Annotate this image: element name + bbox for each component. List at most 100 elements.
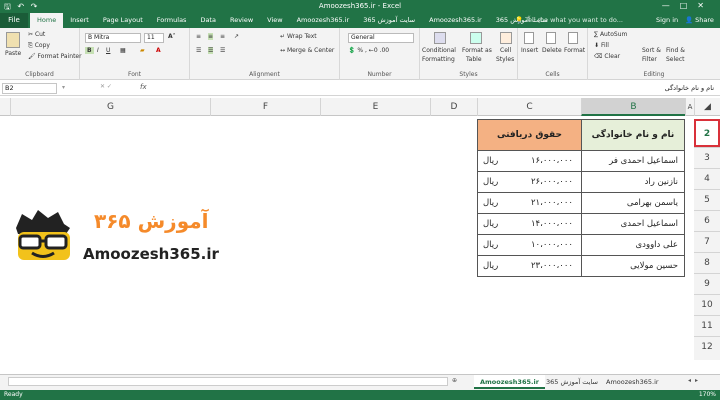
tab-data[interactable]: Data [193,13,223,28]
cell-name-4[interactable]: اسماعیل احمدی [581,214,685,235]
column-header-d[interactable]: D [430,98,477,116]
column-header-c[interactable]: C [477,98,581,116]
paste-button[interactable]: Paste [5,50,21,57]
sheet-tab-3[interactable]: Amoozesh365.ir [600,375,665,389]
format-painter-button[interactable]: 🖌 Format Painter [28,53,82,60]
cut-button[interactable]: ✂ Cut [28,31,45,38]
tell-me-box[interactable]: 💡 Tell me what you want to do... [515,13,623,28]
column-header-e[interactable]: E [320,98,430,116]
conditional-formatting-icon[interactable] [434,32,446,44]
cell-salary-2[interactable]: ریال ۲۶،۰۰۰،۰۰۰ [477,172,582,193]
horizontal-scrollbar[interactable] [8,377,448,386]
font-color-icon[interactable]: A [156,47,161,54]
find-select-button[interactable]: Find & [666,47,685,54]
row-header-4[interactable]: 4 [694,168,720,189]
format-as-table-icon[interactable] [470,32,482,44]
row-header-9[interactable]: 9 [694,273,720,294]
format-cells-icon[interactable] [568,32,578,44]
tab-formulas[interactable]: Formulas [150,13,194,28]
fill-color-icon[interactable]: ▰ [140,47,145,54]
formula-cancel-confirm-icons[interactable]: ✕ ✓ [100,83,112,90]
format-as-label[interactable]: Format as [462,47,492,54]
tab-review[interactable]: Review [223,13,260,28]
name-box-dropdown-icon[interactable]: ▾ [62,84,65,91]
font-size-select[interactable]: 11 [144,33,164,43]
align-middle-icon[interactable]: ≡ [208,33,214,40]
italic-button[interactable]: I [97,47,99,54]
font-name-select[interactable]: B Mitra [85,33,141,43]
file-tab[interactable]: File [0,13,28,28]
copy-button[interactable]: ⎘ Copy [28,42,50,50]
borders-icon[interactable]: ▦ [120,47,126,54]
insert-cells-icon[interactable] [524,32,534,44]
tab-view[interactable]: View [260,13,289,28]
orientation-icon[interactable]: ↗ [234,33,239,40]
tab-insert[interactable]: Insert [63,13,96,28]
cell-styles-label[interactable]: Styles [496,56,514,63]
format-cells-button[interactable]: Format [564,47,585,54]
sheet-tab-1[interactable]: Amoozesh365.ir [474,375,545,389]
cell-name-6[interactable]: حسین مولایی [581,256,685,277]
align-bottom-icon[interactable]: ≡ [220,33,225,40]
cell-salary-3[interactable]: ریال ۲۱،۰۰۰،۰۰۰ [477,193,582,214]
row-header-8[interactable]: 8 [694,252,720,273]
select-all-corner[interactable]: ◢ [694,98,720,116]
add-sheet-icon[interactable]: ⊕ [452,377,457,384]
align-top-icon[interactable]: ≡ [196,33,201,40]
window-controls[interactable]: —□✕ [662,1,714,10]
cell-name-1[interactable]: اسماعیل احمدی فر [581,151,685,172]
zoom-level[interactable]: 170% [699,390,716,400]
fill-button[interactable]: ⬇ Fill [594,42,609,49]
insert-cells-button[interactable]: Insert [521,47,538,54]
number-format-select[interactable]: General [348,33,414,43]
cell-salary-5[interactable]: ریال ۱۰،۰۰۰،۰۰۰ [477,235,582,256]
tab-custom-3[interactable]: Amoozesh365.ir [422,13,489,28]
row-header-5[interactable]: 5 [694,189,720,210]
column-header-a[interactable]: A [685,98,694,116]
cell-salary-4[interactable]: ریال ۱۴،۰۰۰،۰۰۰ [477,214,582,235]
conditional-label[interactable]: Conditional [422,47,456,54]
table-label[interactable]: Table [466,56,482,63]
tab-page-layout[interactable]: Page Layout [96,13,150,28]
row-header-3[interactable]: 3 [694,147,720,168]
grow-font-icon[interactable]: A˄ [168,33,176,40]
sign-in-link[interactable]: Sign in [656,13,678,28]
wrap-text-button[interactable]: ↵ Wrap Text [280,33,317,40]
cell-name-5[interactable]: علی داوودی [581,235,685,256]
tab-custom-2[interactable]: سایت آموزش 365 [356,13,422,28]
bold-button[interactable]: B [85,47,94,54]
autosum-button[interactable]: ∑ AutoSum [594,31,627,38]
paste-icon[interactable] [6,32,20,48]
cell-salary-1[interactable]: ریال ۱۶،۰۰۰،۰۰۰ [477,151,582,172]
cell-styles-icon[interactable] [500,32,512,44]
row-header-6[interactable]: 6 [694,210,720,231]
cell-label[interactable]: Cell [500,47,511,54]
column-header-f[interactable]: F [210,98,320,116]
merge-center-button[interactable]: ↔ Merge & Center [280,47,334,54]
underline-button[interactable]: U [106,47,110,54]
formula-input[interactable]: نام و نام خانوادگی [160,82,718,94]
tab-home[interactable]: Home [30,13,64,28]
cell-name-2[interactable]: نازنین راد [581,172,685,193]
name-box[interactable]: B2 [2,83,57,94]
insert-function-icon[interactable]: fx [140,83,147,91]
header-cell-salary[interactable]: حقوق دریافتی [477,119,582,151]
accounting-icon[interactable]: 💲 % , ←0 .00 [348,47,389,54]
align-right-icon[interactable]: ☰ [220,47,225,54]
row-header-12[interactable]: 12 [694,336,720,360]
align-center-icon[interactable]: ☰ [208,47,214,54]
sheet-nav-arrows-icon[interactable]: ◂▸ [688,377,702,384]
delete-cells-button[interactable]: Delete [542,47,562,54]
delete-cells-icon[interactable] [546,32,556,44]
row-header-2[interactable]: 2 [694,119,720,147]
align-left-icon[interactable]: ☰ [196,47,201,54]
filter-label[interactable]: Filter [642,56,657,63]
formatting-label[interactable]: Formatting [422,56,455,63]
column-header-b[interactable]: B [581,98,685,116]
share-button[interactable]: 👤 Share [685,13,714,28]
header-cell-name[interactable]: نام و نام خانوادگی [581,119,685,151]
sort-filter-button[interactable]: Sort & [642,47,661,54]
sheet-tab-2[interactable]: سایت آموزش 365 [540,375,604,389]
tab-custom-1[interactable]: Amoozesh365.ir [290,13,357,28]
row-header-10[interactable]: 10 [694,294,720,315]
